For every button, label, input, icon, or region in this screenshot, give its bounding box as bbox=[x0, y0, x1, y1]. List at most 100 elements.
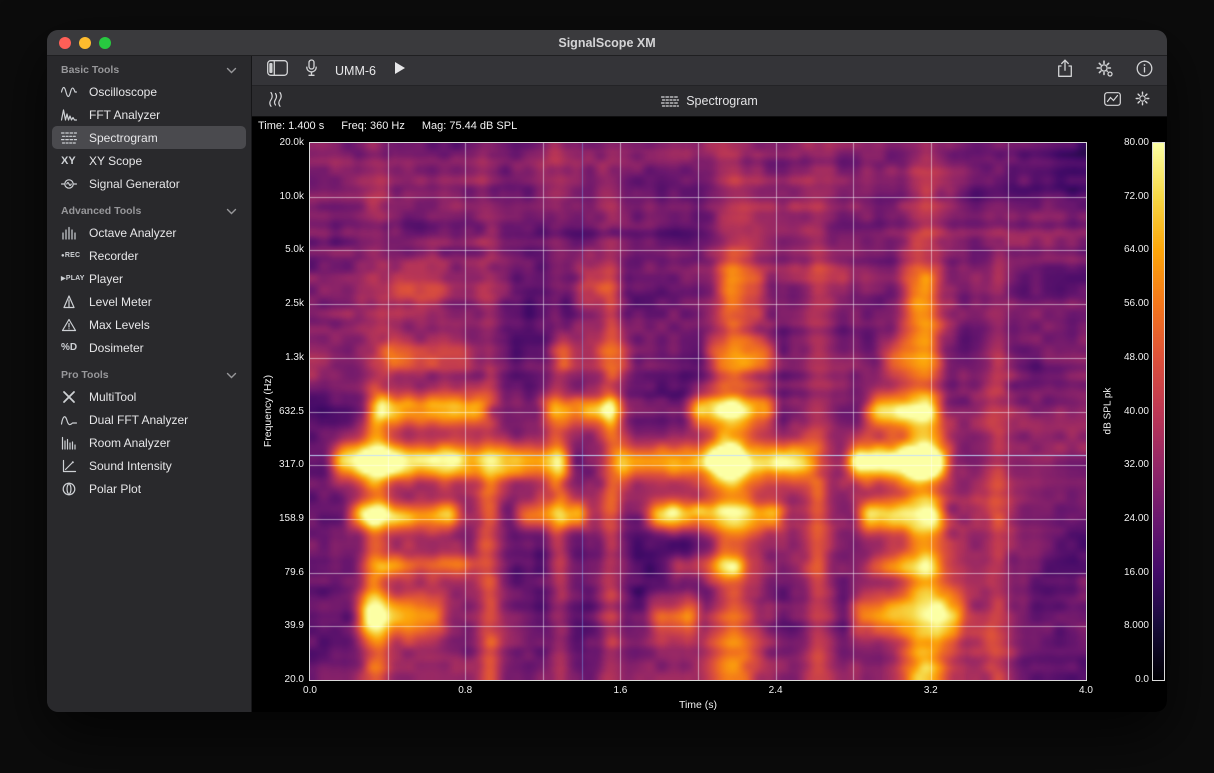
microphone-icon[interactable] bbox=[305, 59, 318, 83]
y-axis-ticks: 20.0k10.0k5.0k2.5k1.3k632.5317.0158.979.… bbox=[252, 143, 306, 680]
tick-label: 3.2 bbox=[924, 685, 938, 696]
sidebar-item-spectrogram[interactable]: Spectrogram bbox=[52, 126, 246, 149]
spectrogram-icon bbox=[61, 130, 87, 146]
tick-label: 1.3k bbox=[285, 352, 304, 364]
tick-label: 317.0 bbox=[279, 459, 304, 471]
app-window: SignalScope XM Basic Tools Oscilloscope … bbox=[47, 30, 1167, 712]
signal-generator-icon bbox=[61, 176, 87, 192]
tick-label: 48.00 bbox=[1124, 352, 1149, 364]
sidebar-item-sound-intensity[interactable]: Sound Intensity bbox=[47, 454, 251, 477]
share-button[interactable] bbox=[1057, 59, 1073, 83]
sidebar-item-fft-analyzer[interactable]: FFT Analyzer bbox=[47, 103, 251, 126]
level-meter-icon bbox=[61, 294, 87, 310]
tick-label: 0.0 bbox=[1135, 674, 1149, 686]
x-axis-label: Time (s) bbox=[310, 699, 1086, 711]
titlebar: SignalScope XM bbox=[47, 30, 1167, 56]
sidebar-section-pro-tools[interactable]: Pro Tools bbox=[47, 365, 251, 385]
tick-label: 4.0 bbox=[1079, 685, 1093, 696]
sidebar-item-multitool[interactable]: MultiTool bbox=[47, 385, 251, 408]
tick-label: 40.00 bbox=[1124, 406, 1149, 418]
sidebar-item-oscilloscope[interactable]: Oscilloscope bbox=[47, 80, 251, 103]
max-levels-icon bbox=[61, 317, 87, 333]
sidebar-item-max-levels[interactable]: Max Levels bbox=[47, 313, 251, 336]
sidebar-item-label: Player bbox=[89, 272, 123, 286]
room-analyzer-icon bbox=[61, 435, 87, 451]
play-button[interactable] bbox=[393, 61, 406, 80]
sidebar-item-label: Oscilloscope bbox=[89, 85, 157, 99]
sidebar-item-label: Signal Generator bbox=[89, 177, 180, 191]
tick-label: 8.000 bbox=[1124, 620, 1149, 632]
tick-label: 2.5k bbox=[285, 298, 304, 310]
polar-plot-icon bbox=[61, 481, 87, 497]
tick-label: 20.0k bbox=[280, 137, 304, 149]
colorbar-canvas bbox=[1153, 143, 1164, 680]
main-area: UMM-6 Spectrogram Time: 1.400 s Freq: 360… bbox=[252, 56, 1167, 712]
sidebar-item-label: Level Meter bbox=[89, 295, 152, 309]
info-button[interactable] bbox=[1136, 60, 1153, 82]
input-device-label[interactable]: UMM-6 bbox=[335, 64, 376, 78]
tick-label: 79.6 bbox=[285, 567, 304, 579]
sidebar-toggle-button[interactable] bbox=[267, 60, 288, 81]
sidebar-item-polar-plot[interactable]: Polar Plot bbox=[47, 477, 251, 500]
cursor-time: Time: 1.400 s bbox=[258, 120, 324, 132]
sidebar-item-level-meter[interactable]: Level Meter bbox=[47, 290, 251, 313]
tick-label: 0.8 bbox=[458, 685, 472, 696]
tick-label: 20.0 bbox=[285, 674, 304, 686]
oscilloscope-icon bbox=[61, 84, 87, 100]
tick-label: 5.0k bbox=[285, 244, 304, 256]
fft-analyzer-icon bbox=[61, 107, 87, 123]
settings-gear-badge-button[interactable] bbox=[1095, 59, 1114, 83]
sidebar-item-player[interactable]: ▶PLAY Player bbox=[47, 267, 251, 290]
sidebar-item-xy-scope[interactable]: XY XY Scope bbox=[47, 149, 251, 172]
sidebar-item-dual-fft-analyzer[interactable]: Dual FFT Analyzer bbox=[47, 408, 251, 431]
sidebar-item-recorder[interactable]: ●REC Recorder bbox=[47, 244, 251, 267]
tick-label: 1.6 bbox=[613, 685, 627, 696]
tick-label: 0.0 bbox=[303, 685, 317, 696]
spectrogram-icon bbox=[661, 95, 679, 108]
sidebar: Basic Tools Oscilloscope FFT Analyzer Sp… bbox=[47, 56, 252, 712]
sidebar-item-octave-analyzer[interactable]: Octave Analyzer bbox=[47, 221, 251, 244]
sidebar-item-signal-generator[interactable]: Signal Generator bbox=[47, 172, 251, 195]
view-title-label: Spectrogram bbox=[686, 94, 758, 108]
zoom-window-button[interactable] bbox=[99, 37, 111, 49]
close-window-button[interactable] bbox=[59, 37, 71, 49]
section-label: Basic Tools bbox=[61, 64, 119, 76]
sidebar-item-label: Octave Analyzer bbox=[89, 226, 176, 240]
sidebar-item-room-analyzer[interactable]: Room Analyzer bbox=[47, 431, 251, 454]
sidebar-item-label: Max Levels bbox=[89, 318, 150, 332]
sidebar-item-label: Room Analyzer bbox=[89, 436, 170, 450]
chevron-down-icon bbox=[226, 208, 237, 215]
recorder-icon: ●REC bbox=[61, 248, 87, 264]
tick-label: 24.00 bbox=[1124, 513, 1149, 525]
sidebar-item-dosimeter[interactable]: %D Dosimeter bbox=[47, 336, 251, 359]
sidebar-item-label: Dosimeter bbox=[89, 341, 144, 355]
multitool-icon bbox=[61, 389, 87, 405]
spectrogram-canvas[interactable] bbox=[310, 143, 1086, 680]
sidebar-item-label: FFT Analyzer bbox=[89, 108, 160, 122]
sidebar-item-label: MultiTool bbox=[89, 390, 136, 404]
signal-waves-icon[interactable] bbox=[268, 91, 283, 112]
dual-fft-analyzer-icon bbox=[61, 412, 87, 428]
view-settings-gear-button[interactable] bbox=[1134, 90, 1151, 112]
player-icon: ▶PLAY bbox=[61, 271, 87, 287]
sidebar-item-label: Recorder bbox=[89, 249, 138, 263]
tick-label: 10.0k bbox=[280, 191, 304, 203]
tick-label: 80.00 bbox=[1124, 137, 1149, 149]
x-axis-ticks: 0.00.81.62.43.24.0 bbox=[310, 685, 1086, 698]
cursor-freq: Freq: 360 Hz bbox=[341, 120, 405, 132]
sidebar-section-basic-tools[interactable]: Basic Tools bbox=[47, 60, 251, 80]
minimize-window-button[interactable] bbox=[79, 37, 91, 49]
section-label: Advanced Tools bbox=[61, 205, 141, 217]
view-title: Spectrogram bbox=[252, 94, 1167, 108]
colorbar-frame bbox=[1152, 142, 1165, 681]
tick-label: 2.4 bbox=[769, 685, 783, 696]
sidebar-section-advanced-tools[interactable]: Advanced Tools bbox=[47, 201, 251, 221]
sidebar-item-label: Polar Plot bbox=[89, 482, 141, 496]
chart-view-toggle-button[interactable] bbox=[1104, 92, 1121, 111]
tick-label: 64.00 bbox=[1124, 244, 1149, 256]
chevron-down-icon bbox=[226, 67, 237, 74]
tick-label: 158.9 bbox=[279, 513, 304, 525]
viewbar: Spectrogram bbox=[252, 86, 1167, 117]
octave-analyzer-icon bbox=[61, 225, 87, 241]
window-title: SignalScope XM bbox=[47, 36, 1167, 50]
